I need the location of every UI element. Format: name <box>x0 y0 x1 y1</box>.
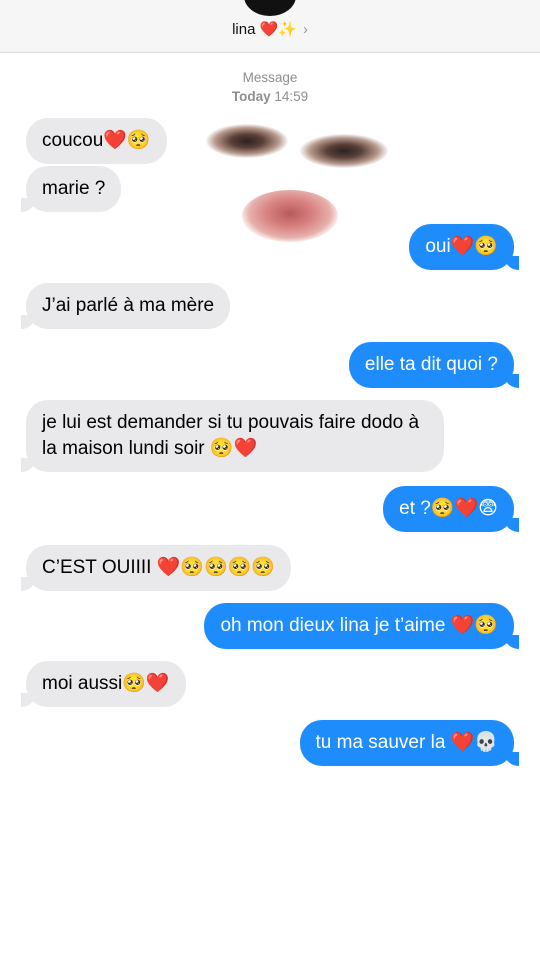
message-bubble-incoming[interactable]: marie ? <box>20 166 122 212</box>
contact-avatar[interactable] <box>244 0 296 16</box>
eye-sticker-right <box>300 134 388 168</box>
service-label: Message <box>242 70 298 85</box>
timestamp-day: Today <box>231 89 271 104</box>
timestamp-time: 14:59 <box>274 89 309 104</box>
message-bubble-outgoing[interactable]: tu ma sauver la ❤️💀 <box>299 720 519 766</box>
message-bubble-outgoing[interactable]: elle ta dit quoi ? <box>348 342 520 388</box>
message-bubble-outgoing[interactable]: oui❤️🥺 <box>409 224 519 270</box>
message-bubble-incoming[interactable]: moi aussi🥺❤️ <box>21 661 186 707</box>
message-bubble-incoming[interactable]: je lui est demander si tu pouvais faire … <box>21 400 444 472</box>
message-bubble-incoming[interactable]: J’ai parlé à ma mère <box>20 283 231 329</box>
chevron-right-icon: › <box>302 21 308 38</box>
message-bubble-incoming[interactable]: C’EST OUIIII ❤️🥺🥺🥺🥺 <box>20 545 292 591</box>
contact-name-button[interactable]: lina ❤️✨ › <box>0 20 540 38</box>
eye-sticker-left <box>206 124 288 158</box>
message-bubble-incoming[interactable]: coucou❤️🥺 <box>26 118 167 164</box>
conversation-header: lina ❤️✨ › <box>0 0 540 53</box>
contact-name: lina ❤️✨ <box>232 21 297 38</box>
message-timestamp: Message Today 14:59 <box>0 68 540 106</box>
lips-sticker <box>242 190 338 242</box>
message-bubble-outgoing[interactable]: oh mon dieux lina je t’aime ❤️🥺 <box>204 603 519 649</box>
message-bubble-outgoing[interactable]: et ?🥺❤️😨 <box>383 486 519 532</box>
